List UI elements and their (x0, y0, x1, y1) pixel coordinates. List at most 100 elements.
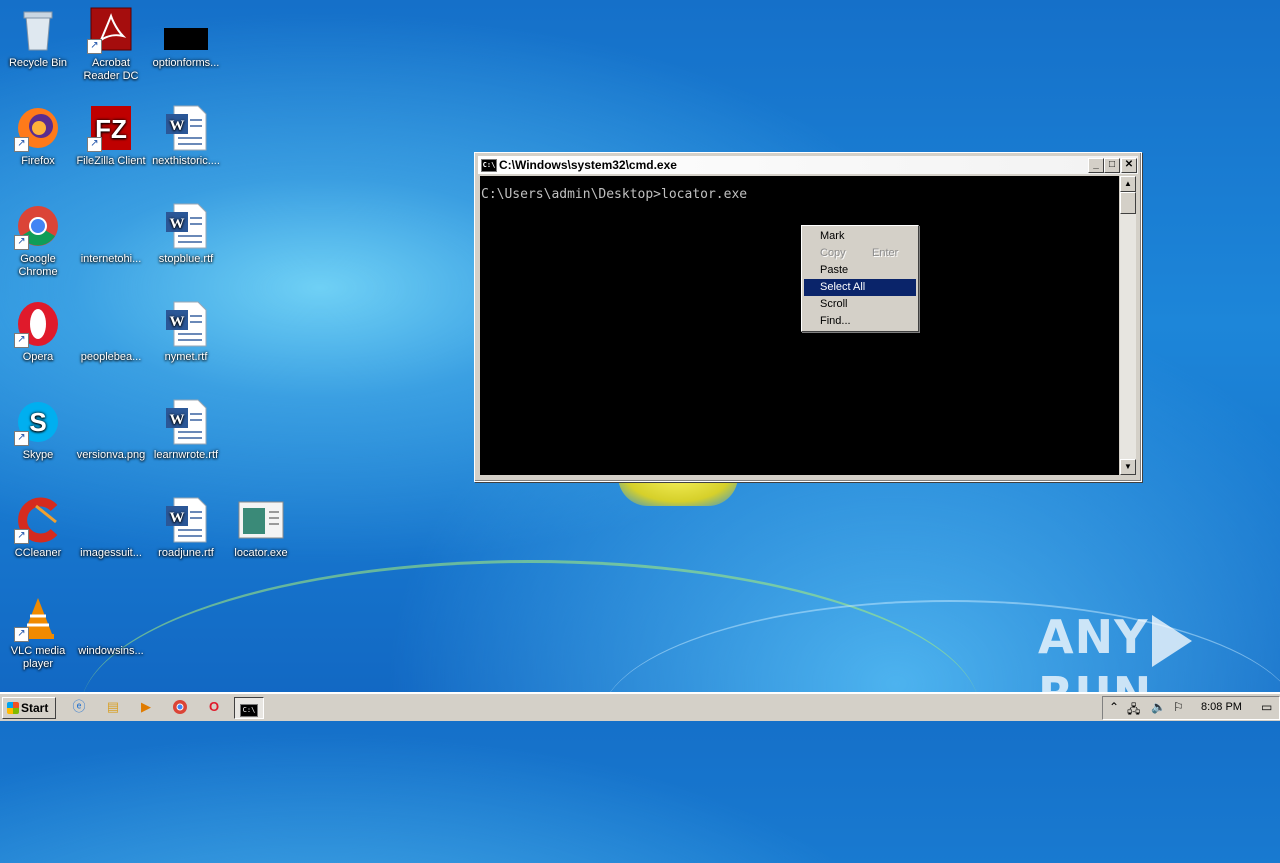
svg-text:W: W (170, 118, 185, 134)
desktop-icon-file[interactable]: windowsins... (73, 594, 149, 658)
menu-item-copy[interactable]: Copy Enter (804, 245, 916, 262)
desktop-icon-file[interactable]: peoplebea... (73, 300, 149, 364)
desktop-icon-rtf[interactable]: W roadjune.rtf (148, 496, 224, 560)
cmd-title-bar[interactable]: C:\ C:\Windows\system32\cmd.exe _ □ ✕ (478, 156, 1138, 174)
taskbar-cmd-icon[interactable]: C:\ (234, 697, 264, 719)
desktop-icon-recycle-bin[interactable]: Recycle Bin (0, 6, 76, 70)
shortcut-arrow-icon: ↗ (14, 235, 29, 250)
desktop-icon-vlc[interactable]: ↗ VLC media player (0, 594, 76, 671)
console-context-menu[interactable]: Mark Copy Enter Paste Select All Scroll … (801, 225, 919, 332)
desktop-icon-file[interactable]: imagessuit... (73, 496, 149, 560)
watermark-text-left: ANY (1038, 610, 1149, 664)
menu-item-label: Select All (820, 281, 866, 293)
scroll-thumb[interactable] (1120, 192, 1136, 214)
shortcut-arrow-icon: ↗ (14, 431, 29, 446)
network-icon[interactable]: 🖧 (1127, 700, 1140, 721)
action-center-flag-icon[interactable]: ⚐ (1173, 700, 1184, 714)
svg-text:W: W (170, 510, 185, 526)
menu-item-scroll[interactable]: Scroll (804, 296, 916, 313)
skype-icon: S ↗ (14, 398, 62, 446)
desktop-icon-label: Google Chrome (18, 253, 58, 278)
desktop-icon-file[interactable]: internetohi... (73, 202, 149, 266)
clock[interactable]: 8:08 PM (1201, 701, 1242, 713)
menu-item-find[interactable]: Find... (804, 313, 916, 330)
desktop-icon-label: CCleaner (14, 547, 62, 559)
firefox-icon: ↗ (14, 104, 62, 152)
desktop-icon-opera[interactable]: ↗ Opera (0, 300, 76, 364)
desktop-icon-label: stopblue.rtf (158, 253, 214, 265)
exe-icon (237, 496, 285, 544)
desktop-icon-label: Firefox (21, 155, 55, 167)
console-line: C:\Users\admin\Desktop>locator.exe (481, 187, 748, 202)
desktop-icon-rtf[interactable]: W stopblue.rtf (148, 202, 224, 266)
show-desktop-icon[interactable]: ▭ (1261, 700, 1272, 714)
word-doc-icon: W (162, 104, 210, 152)
desktop-icon-file[interactable]: versionva.png (73, 398, 149, 462)
window-title: C:\Windows\system32\cmd.exe (499, 158, 677, 172)
menu-item-paste[interactable]: Paste (804, 262, 916, 279)
scroll-up-button[interactable]: ▲ (1120, 176, 1136, 192)
desktop-icon-rtf[interactable]: W learnwrote.rtf (148, 398, 224, 462)
word-doc-icon: W (162, 202, 210, 250)
menu-item-mark[interactable]: Mark (804, 228, 916, 245)
taskbar-media-player-icon[interactable]: ▶ (135, 697, 157, 717)
shortcut-arrow-icon: ↗ (14, 137, 29, 152)
scroll-down-button[interactable]: ▼ (1120, 459, 1136, 475)
minimize-button[interactable]: _ (1088, 158, 1104, 173)
menu-item-label: Scroll (820, 298, 848, 310)
desktop-icon-label: locator.exe (234, 547, 288, 559)
opera-icon: ↗ (14, 300, 62, 348)
shortcut-arrow-icon: ↗ (14, 333, 29, 348)
volume-icon[interactable]: 🔈 (1151, 700, 1166, 714)
desktop-icon-label: internetohi... (80, 253, 142, 265)
tray-expand-icon[interactable]: ⌃ (1109, 700, 1119, 714)
desktop-icon-rtf[interactable]: W nymet.rtf (148, 300, 224, 364)
taskbar-chrome-icon[interactable] (169, 697, 191, 717)
ccleaner-icon: ↗ (14, 496, 62, 544)
vertical-scrollbar[interactable]: ▲ ▼ (1120, 176, 1136, 475)
maximize-button[interactable]: □ (1104, 158, 1120, 173)
desktop-icon-label: VLC media player (10, 645, 66, 670)
console-output[interactable]: C:\Users\admin\Desktop>locator.exe (480, 176, 1119, 475)
shortcut-arrow-icon: ↗ (87, 137, 102, 152)
svg-text:W: W (170, 412, 185, 428)
svg-text:W: W (170, 314, 185, 330)
blank-file-icon (87, 300, 135, 348)
play-icon (1152, 614, 1193, 667)
taskbar-ie-icon[interactable]: ⓔ (68, 697, 90, 717)
menu-item-shortcut: Enter (872, 247, 899, 259)
filezilla-icon: FZ ↗ (87, 104, 135, 152)
cmd-icon: C:\ (481, 159, 497, 172)
desktop-icon-filezilla[interactable]: FZ ↗ FileZilla Client (73, 104, 149, 168)
desktop-icon-label: Skype (22, 449, 54, 461)
taskbar-explorer-icon[interactable]: ▤ (102, 697, 124, 717)
system-tray: ⌃ 🖧 🔈 ⚐ 8:08 PM ▭ (1102, 696, 1280, 720)
desktop-icon-firefox[interactable]: ↗ Firefox (0, 104, 76, 168)
desktop-icon-chrome[interactable]: ↗ Google Chrome (0, 202, 76, 279)
blank-file-icon (87, 398, 135, 446)
svg-text:W: W (170, 216, 185, 232)
menu-item-label: Mark (820, 230, 845, 242)
start-label: Start (21, 701, 49, 715)
desktop-icon-label: Acrobat Reader DC (83, 57, 139, 82)
recycle-bin-icon (14, 6, 62, 54)
word-doc-icon: W (162, 496, 210, 544)
acrobat-icon: ↗ (87, 6, 135, 54)
desktop-icon-locator-exe[interactable]: locator.exe (223, 496, 299, 560)
desktop-icon-file[interactable]: optionforms... (148, 6, 224, 70)
menu-item-select-all[interactable]: Select All (804, 279, 916, 296)
desktop-icon-label: windowsins... (78, 645, 144, 657)
cmd-taskbar-glyph: C:\ (240, 704, 258, 717)
shortcut-arrow-icon: ↗ (14, 529, 29, 544)
taskbar-opera-icon[interactable]: O (203, 697, 225, 717)
desktop-icon-acrobat[interactable]: ↗ Acrobat Reader DC (73, 6, 149, 83)
desktop-icon-label: imagessuit... (80, 547, 142, 559)
word-doc-icon: W (162, 300, 210, 348)
desktop-icon-rtf[interactable]: W nexthistoric.... (148, 104, 224, 168)
desktop-icon-ccleaner[interactable]: ↗ CCleaner (0, 496, 76, 560)
start-button[interactable]: Start (2, 697, 56, 719)
desktop-icon-skype[interactable]: S ↗ Skype (0, 398, 76, 462)
close-button[interactable]: ✕ (1121, 158, 1137, 173)
desktop-icon-label: learnwrote.rtf (153, 449, 219, 461)
chrome-icon: ↗ (14, 202, 62, 250)
